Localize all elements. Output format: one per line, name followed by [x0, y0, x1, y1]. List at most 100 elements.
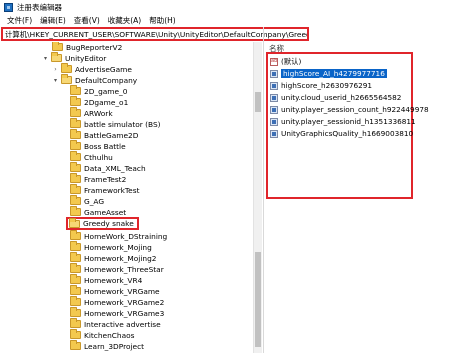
tree-item-selected-greedy-snake[interactable]: Greedy snake — [66, 217, 139, 230]
folder-icon — [70, 195, 81, 206]
tree-item[interactable]: G_AG — [70, 195, 105, 206]
scrollbar-thumb[interactable] — [255, 252, 261, 347]
tree-item-label: battle simulator (BS) — [84, 119, 161, 129]
value-row-default[interactable]: (默认) — [270, 56, 301, 67]
value-row[interactable]: highScore_h2630976291 — [270, 80, 372, 91]
tree-item[interactable]: Homework_VRGame2 — [70, 296, 165, 307]
menu-help[interactable]: 帮助(H) — [145, 15, 180, 26]
binary-value-icon — [270, 93, 278, 102]
value-row[interactable]: unity.player_sessionid_h1351336811 — [270, 116, 416, 127]
tree-item-label: ARWork — [84, 108, 113, 118]
folder-icon — [70, 107, 81, 118]
folder-icon — [70, 140, 81, 151]
tree-item-label: GameAsset — [84, 207, 127, 217]
folder-icon — [70, 173, 81, 184]
tree-item-label: Learn_3DProject — [84, 341, 145, 351]
tree-item[interactable]: KitchenChaos — [70, 329, 135, 340]
chevron-down-icon[interactable]: ▾ — [52, 77, 59, 84]
tree-item-defaultcompany[interactable]: ▾ DefaultCompany — [52, 74, 138, 85]
tree-item-label: Homework_VRGame2 — [84, 297, 165, 307]
tree-item-label: DefaultCompany — [75, 75, 138, 85]
tree-item-label: AdvertiseGame — [75, 64, 132, 74]
menu-view[interactable]: 查看(V) — [70, 15, 104, 26]
tree-item-label: FrameworkTest — [84, 185, 140, 195]
tree-item-label: Data_XML_Teach — [84, 163, 146, 173]
folder-icon — [70, 118, 81, 129]
tree-item[interactable]: Homework_VRGame3 — [70, 307, 165, 318]
folder-open-icon — [51, 52, 62, 63]
tree-item[interactable]: HomeWork_DStraining — [70, 230, 168, 241]
value-name: unity.player_session_count_h922449978 — [281, 105, 429, 114]
value-name: (默认) — [281, 56, 302, 66]
value-row[interactable]: UnityGraphicsQuality_h1669003810 — [270, 128, 413, 139]
tree-item-label: BugReporterV2 — [66, 42, 123, 52]
tree-item[interactable]: ARWork — [70, 107, 113, 118]
tree-item[interactable]: 2D_game_0 — [70, 85, 127, 96]
folder-icon — [70, 184, 81, 195]
tree-item-label: 2Dgame_o1 — [84, 97, 129, 107]
value-name: UnityGraphicsQuality_h1669003810 — [281, 129, 414, 138]
tree-item[interactable]: Cthulhu — [70, 151, 113, 162]
scrollbar-thumb[interactable] — [255, 92, 261, 112]
tree-item-label: Homework_VR4 — [84, 275, 143, 285]
tree-item-label: Interactive advertise — [84, 319, 161, 329]
tree-item[interactable]: Homework_ThreeStar — [70, 263, 164, 274]
menu-edit[interactable]: 编辑(E) — [36, 15, 70, 26]
tree-item-label: G_AG — [84, 196, 105, 206]
folder-icon — [70, 274, 81, 285]
tree-item-label: Boss Battle — [84, 141, 126, 151]
menu-favorites[interactable]: 收藏夹(A) — [104, 15, 145, 26]
tree-item[interactable]: 2Dgame_o1 — [70, 96, 129, 107]
folder-icon — [70, 96, 81, 107]
folder-icon — [70, 241, 81, 252]
value-row-selected[interactable]: highScore_AI_h4279977716 — [270, 68, 387, 79]
menu-file[interactable]: 文件(F) — [3, 15, 36, 26]
tree-item[interactable]: Homework_VRGame — [70, 285, 160, 296]
tree-item-label: Homework_VRGame3 — [84, 308, 165, 318]
tree-item[interactable]: Data_XML_Teach — [70, 162, 146, 173]
menu-bar: 文件(F) 编辑(E) 查看(V) 收藏夹(A) 帮助(H) — [0, 14, 474, 27]
tree-item[interactable]: Homework_Mojing2 — [70, 252, 157, 263]
pane-divider[interactable] — [263, 27, 264, 353]
tree-item-label: FrameTest2 — [84, 174, 127, 184]
tree-item[interactable]: FrameTest2 — [70, 173, 127, 184]
value-row[interactable]: unity.cloud_userid_h2665564582 — [270, 92, 401, 103]
folder-icon — [70, 285, 81, 296]
values-pane: 名称 (默认) highScore_AI_h4279977716 highSco… — [265, 42, 474, 353]
folder-icon — [70, 263, 81, 274]
tree-item-label: Homework_VRGame — [84, 286, 160, 296]
tree-item-bugreporter[interactable]: BugReporterV2 — [52, 42, 122, 52]
folder-open-icon — [69, 217, 80, 228]
tree-item[interactable]: Boss Battle — [70, 140, 126, 151]
tree-item[interactable]: battle simulator (BS) — [70, 118, 161, 129]
chevron-down-icon[interactable]: ▾ — [42, 55, 49, 62]
folder-icon — [70, 206, 81, 217]
address-path[interactable]: 计算机\HKEY_CURRENT_USER\SOFTWARE\Unity\Uni… — [5, 29, 307, 40]
tree-item[interactable]: GameAsset — [70, 206, 127, 217]
tree-item-unityeditor[interactable]: ▾ UnityEditor — [42, 52, 107, 63]
folder-icon — [52, 42, 63, 52]
value-name: highScore_AI_h4279977716 — [281, 69, 387, 78]
window-title: 注册表编辑器 — [17, 2, 62, 12]
tree-item[interactable]: Homework_VR4 — [70, 274, 143, 285]
tree-item[interactable]: BattleGame2D — [70, 129, 138, 140]
tree-item-advertisegame[interactable]: › AdvertiseGame — [52, 63, 132, 74]
tree-item[interactable]: FrameworkTest — [70, 184, 140, 195]
value-row[interactable]: unity.player_session_count_h922449978 — [270, 104, 429, 115]
tree-item[interactable]: Learn_3DProject — [70, 340, 145, 351]
tree-item-label: HomeWork_DStraining — [84, 231, 168, 241]
folder-icon — [70, 296, 81, 307]
tree-item[interactable]: Homework_Mojing — [70, 241, 152, 252]
chevron-right-icon[interactable]: › — [52, 66, 59, 73]
binary-value-icon — [270, 105, 278, 114]
tree-item-label: UnityEditor — [65, 53, 107, 63]
registry-tree: BugReporterV2 ▾ UnityEditor › AdvertiseG… — [0, 42, 262, 353]
tree-item[interactable]: Interactive advertise — [70, 318, 161, 329]
binary-value-icon — [270, 69, 278, 78]
tree-item-label: KitchenChaos — [84, 330, 135, 340]
folder-icon — [70, 307, 81, 318]
tree-item-label: Homework_Mojing2 — [84, 253, 157, 263]
tree-item-label: Homework_ThreeStar — [84, 264, 164, 274]
tree-scrollbar[interactable] — [253, 42, 262, 353]
string-value-icon — [270, 57, 278, 66]
